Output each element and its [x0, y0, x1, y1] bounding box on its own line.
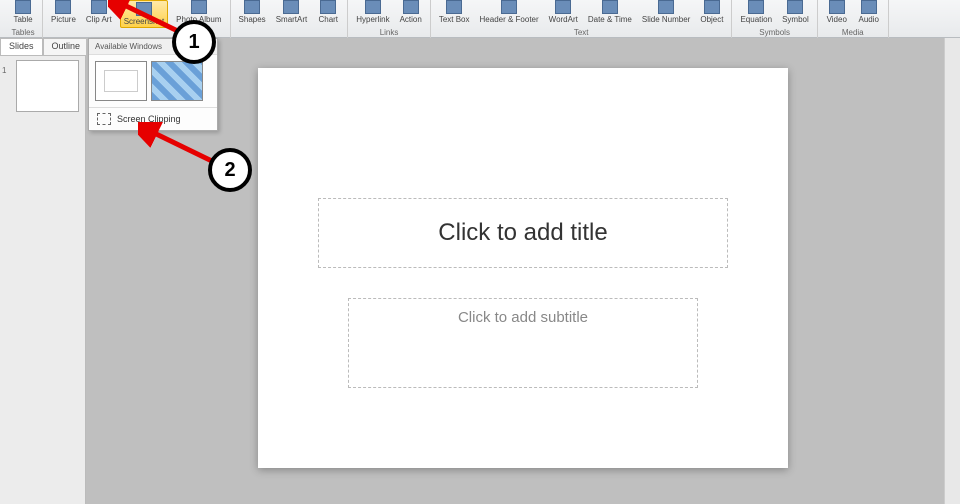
- textbox-icon: [446, 0, 462, 14]
- picture-icon: [55, 0, 71, 14]
- audio-button[interactable]: Audio: [856, 0, 882, 24]
- datetime-button[interactable]: Date & Time: [586, 0, 634, 24]
- dropdown-header: Available Windows: [89, 39, 217, 55]
- object-button[interactable]: Object: [698, 0, 725, 24]
- screen-clipping-label: Screen Clipping: [117, 114, 181, 124]
- video-button[interactable]: Video: [824, 0, 850, 24]
- chart-button[interactable]: Chart: [315, 0, 341, 24]
- photoalbum-button[interactable]: Photo Album: [174, 0, 223, 24]
- available-windows: [89, 55, 217, 107]
- hyperlink-icon: [365, 0, 381, 14]
- slide-thumbnail[interactable]: [16, 60, 79, 112]
- title-placeholder[interactable]: Click to add title: [318, 198, 728, 268]
- group-label: Tables: [11, 28, 34, 38]
- ribbon-group-links: Hyperlink Action Links: [348, 0, 431, 38]
- clipart-icon: [91, 0, 107, 14]
- screen-clipping-button[interactable]: Screen Clipping: [89, 108, 217, 130]
- wordart-icon: [555, 0, 571, 14]
- equation-button[interactable]: Equation: [738, 0, 774, 24]
- screenshot-icon: [136, 2, 152, 16]
- ribbon-group-text: Text Box Header & Footer WordArt Date & …: [431, 0, 733, 38]
- chart-icon: [320, 0, 336, 14]
- ribbon: Table Tables Picture Clip Art Screenshot…: [0, 0, 960, 38]
- action-button[interactable]: Action: [398, 0, 424, 24]
- tab-slides[interactable]: Slides: [0, 38, 43, 55]
- ribbon-group-illustrations: Shapes SmartArt Chart: [231, 0, 349, 38]
- symbol-icon: [787, 0, 803, 14]
- slide[interactable]: Click to add title Click to add subtitle: [258, 68, 788, 468]
- group-label: Symbols: [759, 28, 790, 38]
- datetime-icon: [602, 0, 618, 14]
- clipart-button[interactable]: Clip Art: [84, 0, 114, 24]
- window-thumbnail[interactable]: [95, 61, 147, 101]
- headerfooter-button[interactable]: Header & Footer: [478, 0, 541, 24]
- shapes-button[interactable]: Shapes: [237, 0, 268, 24]
- clip-icon: [97, 113, 111, 125]
- thumb-number: 1: [2, 66, 6, 75]
- group-label: Links: [380, 28, 399, 38]
- audio-icon: [861, 0, 877, 14]
- slidenumber-icon: [658, 0, 674, 14]
- symbol-button[interactable]: Symbol: [780, 0, 811, 24]
- ribbon-group-media: Video Audio Media: [818, 0, 889, 38]
- ribbon-group-symbols: Equation Symbol Symbols: [732, 0, 817, 38]
- screenshot-button[interactable]: Screenshot: [120, 0, 168, 28]
- slide-panel: Slides Outline 1: [0, 38, 86, 504]
- window-thumbnail[interactable]: [151, 61, 203, 101]
- headerfooter-icon: [501, 0, 517, 14]
- ribbon-group-images: Picture Clip Art Screenshot Photo Album: [43, 0, 231, 38]
- action-icon: [403, 0, 419, 14]
- vertical-scrollbar[interactable]: [944, 38, 960, 504]
- picture-button[interactable]: Picture: [49, 0, 78, 24]
- group-label: Text: [574, 28, 589, 38]
- slidenumber-button[interactable]: Slide Number: [640, 0, 692, 24]
- photoalbum-icon: [191, 0, 207, 14]
- ribbon-group-tables: Table Tables: [4, 0, 43, 38]
- smartart-button[interactable]: SmartArt: [274, 0, 310, 24]
- video-icon: [829, 0, 845, 14]
- smartart-icon: [283, 0, 299, 14]
- wordart-button[interactable]: WordArt: [547, 0, 580, 24]
- panel-tabs: Slides Outline: [0, 38, 86, 56]
- group-label: Media: [842, 28, 864, 38]
- equation-icon: [748, 0, 764, 14]
- hyperlink-button[interactable]: Hyperlink: [354, 0, 391, 24]
- shapes-icon: [244, 0, 260, 14]
- screenshot-dropdown: Available Windows Screen Clipping: [88, 38, 218, 131]
- table-button[interactable]: Table: [10, 0, 36, 24]
- table-icon: [15, 0, 31, 14]
- textbox-button[interactable]: Text Box: [437, 0, 472, 24]
- object-icon: [704, 0, 720, 14]
- tab-outline[interactable]: Outline: [43, 38, 90, 55]
- subtitle-placeholder[interactable]: Click to add subtitle: [348, 298, 698, 388]
